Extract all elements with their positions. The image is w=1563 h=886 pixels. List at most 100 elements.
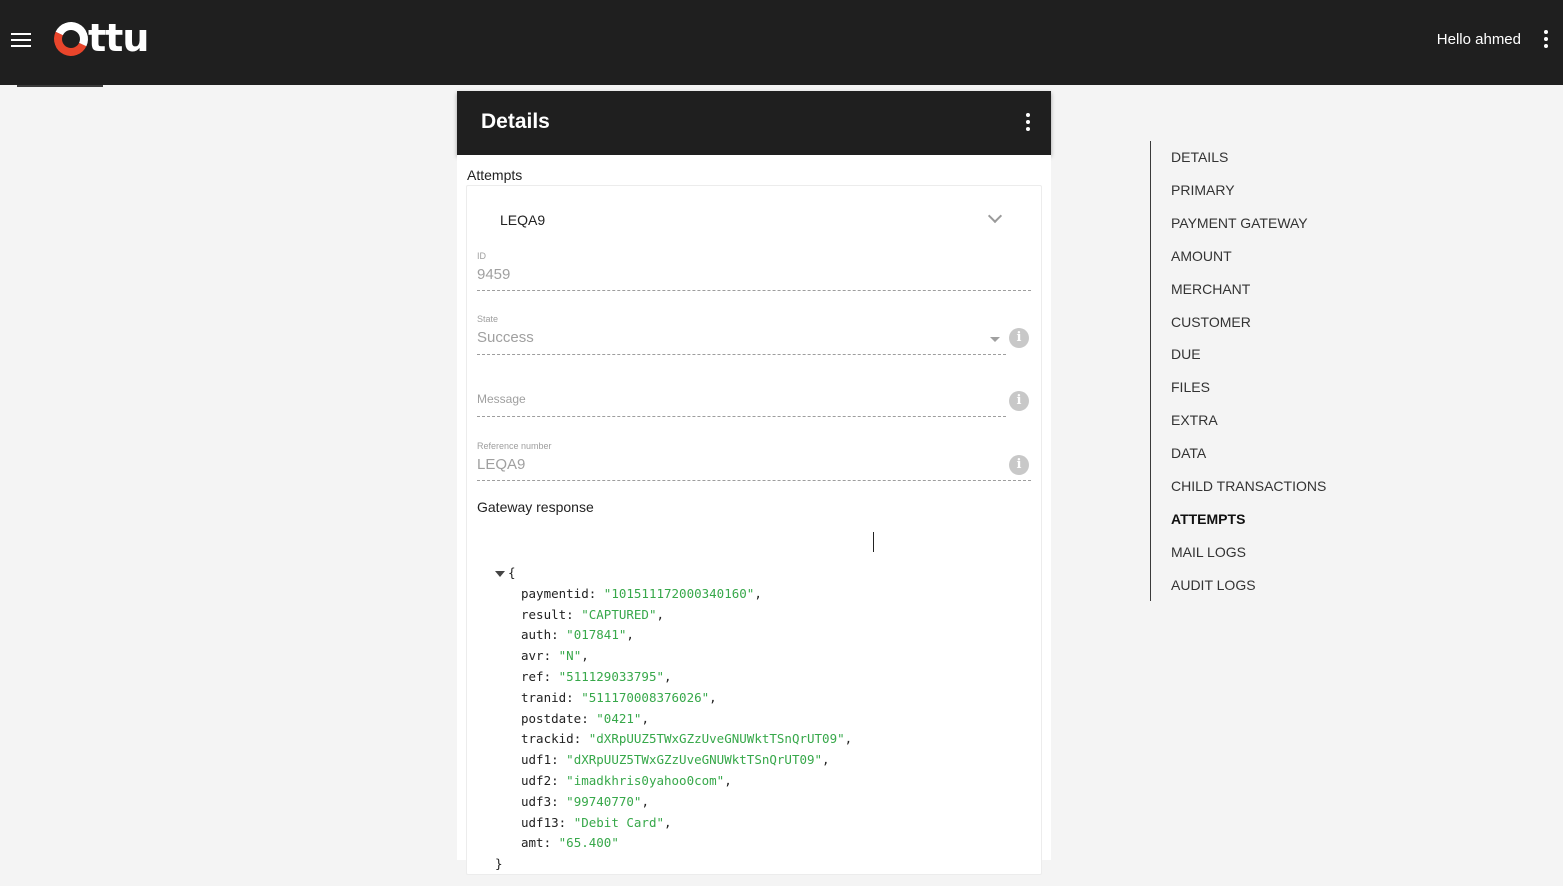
json-row: tranid: "511170008376026",	[521, 689, 717, 705]
json-separator: ,	[754, 585, 762, 601]
json-open-brace: {	[508, 565, 516, 580]
message-field-placeholder: Message	[477, 392, 526, 406]
json-row: auth: "017841",	[521, 627, 634, 643]
message-field[interactable]: Message i	[477, 374, 1031, 418]
attempt-label: LEQA9	[500, 212, 546, 228]
attempt-expander[interactable]: LEQA9	[467, 186, 1041, 248]
json-close: }	[495, 854, 852, 875]
section-nav: DETAILS PRIMARY PAYMENT GATEWAY AMOUNT MERCH…	[1150, 141, 1390, 601]
gateway-response-title: Gateway response	[477, 499, 594, 515]
json-value: "CAPTURED"	[581, 606, 657, 622]
nav-item-due[interactable]: DUE	[1171, 346, 1201, 362]
json-separator: ,	[641, 710, 649, 726]
state-field-label: State	[477, 314, 499, 324]
info-icon[interactable]: i	[1009, 455, 1029, 475]
attempts-section-title: Attempts	[467, 167, 523, 183]
nav-item-attempts[interactable]: ATTEMPTS	[1171, 511, 1245, 527]
info-icon[interactable]: i	[1009, 328, 1029, 348]
json-row: result: "CAPTURED",	[521, 606, 665, 622]
id-field-label: ID	[477, 251, 486, 261]
field-underline	[477, 290, 1031, 291]
nav-item-audit-logs[interactable]: AUDIT LOGS	[1171, 577, 1256, 593]
nav-item-primary[interactable]: PRIMARY	[1171, 182, 1235, 198]
state-select[interactable]: State Success i	[477, 311, 1031, 355]
more-vertical-icon[interactable]	[1023, 113, 1033, 133]
json-value: "65.400"	[558, 835, 619, 851]
json-key: avr	[521, 648, 544, 664]
nav-item-child-transactions[interactable]: CHILD TRANSACTIONS	[1171, 478, 1326, 494]
logo-ring-icon	[49, 17, 93, 61]
json-row: udf2: "imadkhris0yahoo0com",	[521, 772, 732, 788]
json-separator: ,	[844, 731, 853, 747]
state-field-value: Success	[477, 329, 534, 346]
json-separator: ,	[656, 606, 665, 622]
json-key: tranid	[521, 689, 567, 705]
nav-item-merchant[interactable]: MERCHANT	[1171, 281, 1250, 297]
json-key: trackid	[521, 731, 574, 747]
json-separator: ,	[709, 689, 717, 705]
json-rows: paymentid: "101511172000340160", result: …	[495, 584, 852, 854]
json-row: avr: "N",	[521, 648, 589, 664]
json-separator: ,	[626, 627, 634, 643]
id-field[interactable]: ID 9459	[477, 248, 1031, 292]
nav-item-extra[interactable]: EXTRA	[1171, 412, 1218, 428]
json-key: udf1	[521, 752, 552, 768]
text-cursor	[873, 532, 874, 552]
page-title: Details	[481, 110, 550, 133]
json-value: "0421"	[596, 710, 642, 726]
json-separator: ,	[664, 668, 672, 684]
id-field-value: 9459	[477, 266, 511, 283]
json-row: postdate: "0421",	[521, 710, 649, 726]
json-key: postdate	[521, 710, 582, 726]
json-value: "017841"	[566, 627, 627, 643]
info-icon[interactable]: i	[1009, 391, 1029, 411]
nav-item-customer[interactable]: CUSTOMER	[1171, 314, 1251, 330]
json-value: "N"	[558, 648, 582, 664]
field-underline	[477, 480, 1031, 481]
json-key: udf13	[521, 814, 559, 830]
json-row: udf1: "dXRpUUZ5TWxGZzUveGNUWktTSnQrUT09"…	[521, 752, 830, 768]
hamburger-icon[interactable]	[11, 33, 31, 48]
user-greeting[interactable]: Hello ahmed	[1437, 31, 1521, 48]
nav-item-amount[interactable]: AMOUNT	[1171, 248, 1232, 264]
json-row: trackid: "dXRpUUZ5TWxGZzUveGNUWktTSnQrUT…	[521, 731, 853, 747]
json-key: udf2	[521, 772, 552, 788]
reference-number-field[interactable]: Reference number LEQA9 i	[477, 438, 1031, 482]
nav-item-payment-gateway[interactable]: PAYMENT GATEWAY	[1171, 215, 1308, 231]
more-vertical-icon[interactable]	[1541, 30, 1551, 50]
json-row: udf3: "99740770",	[521, 793, 649, 809]
logo-text: ttu	[88, 16, 149, 60]
json-value: "101511172000340160"	[603, 585, 755, 601]
reference-field-label: Reference number	[477, 441, 552, 451]
json-separator: ,	[581, 648, 589, 664]
json-key: amt	[521, 835, 544, 851]
json-value: "imadkhris0yahoo0com"	[566, 772, 725, 788]
nav-item-files[interactable]: FILES	[1171, 379, 1210, 395]
nav-item-details[interactable]: DETAILS	[1171, 149, 1228, 165]
chevron-down-icon[interactable]	[987, 208, 1003, 224]
json-separator: ,	[822, 752, 830, 768]
json-key: auth	[521, 627, 552, 643]
collapse-toggle-icon[interactable]	[495, 570, 505, 577]
json-key: ref	[521, 668, 544, 684]
caret-down-icon[interactable]	[990, 337, 1000, 342]
field-underline	[477, 416, 1006, 417]
json-value: "511170008376026"	[581, 689, 710, 705]
details-header: Details	[457, 91, 1051, 155]
json-key: result	[521, 606, 567, 622]
json-row: amt: "65.400"	[521, 835, 619, 851]
json-row: udf13: "Debit Card",	[521, 814, 672, 830]
json-value: "511129033795"	[558, 668, 664, 684]
json-value: "dXRpUUZ5TWxGZzUveGNUWktTSnQrUT09"	[566, 752, 823, 768]
json-separator: ,	[641, 793, 649, 809]
json-close-brace: }	[495, 856, 503, 872]
gateway-response-json[interactable]: { paymentid: "101511172000340160", result…	[495, 563, 852, 875]
json-value: "Debit Card"	[573, 814, 665, 830]
details-panel: Attempts LEQA9 ID 9459 State Success i M…	[457, 155, 1051, 875]
nav-item-mail-logs[interactable]: MAIL LOGS	[1171, 544, 1246, 560]
nav-item-data[interactable]: DATA	[1171, 445, 1206, 461]
json-separator: ,	[664, 814, 672, 830]
json-row: ref: "511129033795",	[521, 668, 672, 684]
attempt-card: LEQA9 ID 9459 State Success i Message i …	[466, 185, 1042, 875]
json-key: udf3	[521, 793, 552, 809]
